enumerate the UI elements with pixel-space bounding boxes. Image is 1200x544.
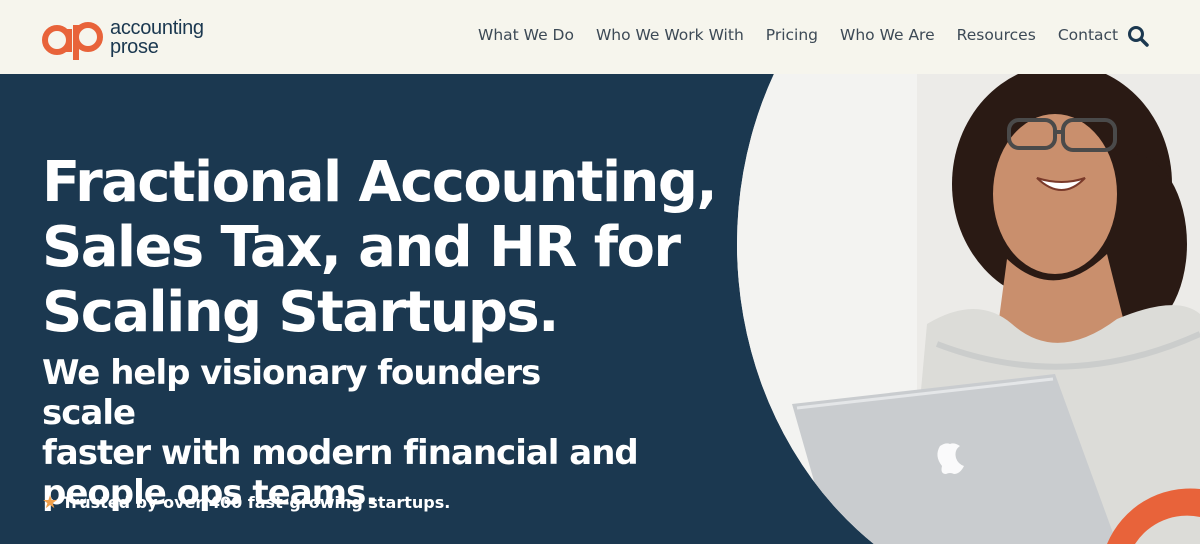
search-icon[interactable] — [1126, 24, 1150, 48]
hero-photo — [737, 74, 1200, 544]
subhead-line-2: faster with modern financial and — [42, 433, 639, 473]
trust-text: Trusted by over 400 fast-growing startup… — [62, 493, 451, 512]
headline-line-2: Sales Tax, and HR for — [42, 215, 681, 280]
hero-photo-illustration — [737, 74, 1200, 544]
nav-item-what-we-do[interactable]: What We Do — [478, 26, 574, 44]
nav-item-contact[interactable]: Contact — [1058, 26, 1118, 44]
logo-mark-icon — [42, 22, 103, 60]
nav-item-who-we-work-with[interactable]: Who We Work With — [596, 26, 744, 44]
star-icon: ★ — [42, 492, 59, 513]
brand-name-line2: prose — [110, 36, 159, 58]
hero-section: Fractional Accounting, Sales Tax, and HR… — [42, 150, 722, 513]
hero-subhead: We help visionary founders scale faster … — [42, 353, 642, 513]
nav-item-resources[interactable]: Resources — [957, 26, 1036, 44]
site-header: accounting prose What We Do Who We Work … — [0, 0, 1200, 74]
hero-headline: Fractional Accounting, Sales Tax, and HR… — [42, 150, 722, 345]
brand-wordmark: accounting prose — [110, 18, 204, 58]
subhead-line-1: We help visionary founders scale — [42, 353, 541, 433]
brand-logo[interactable]: accounting prose — [40, 15, 204, 61]
headline-line-1: Fractional Accounting, — [42, 150, 718, 215]
nav-item-who-we-are[interactable]: Who We Are — [840, 26, 935, 44]
main-nav: What We Do Who We Work With Pricing Who … — [478, 26, 1140, 44]
headline-line-3: Scaling Startups. — [42, 280, 559, 345]
nav-item-pricing[interactable]: Pricing — [766, 26, 818, 44]
trust-statement: ★ Trusted by over 400 fast-growing start… — [42, 492, 450, 513]
